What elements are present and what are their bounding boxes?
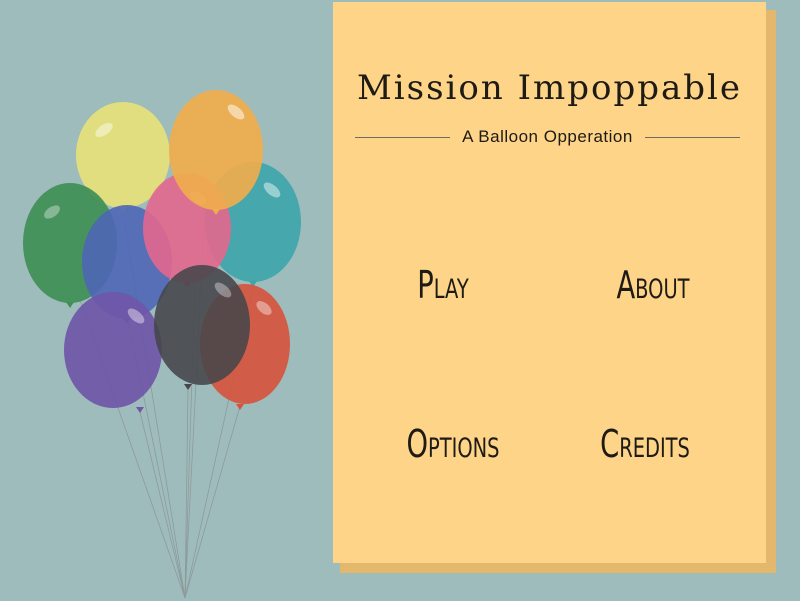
balloon-bunch-illustration [23,90,301,599]
credits-button[interactable]: Credits [587,414,702,474]
options-button[interactable]: Options [395,414,510,474]
purple-balloon [64,292,162,413]
subtitle-rule-left [355,136,451,138]
game-title: Mission Impoppable [356,68,743,108]
main-menu-panel: Mission Impoppable A Balloon Opperation … [333,2,766,563]
about-button[interactable]: About [595,255,710,315]
subtitle-rule-right [644,136,741,138]
play-button[interactable]: Play [385,255,500,315]
subtitle-row: A Balloon Opperation [355,124,741,150]
game-subtitle: A Balloon Opperation [462,127,633,146]
